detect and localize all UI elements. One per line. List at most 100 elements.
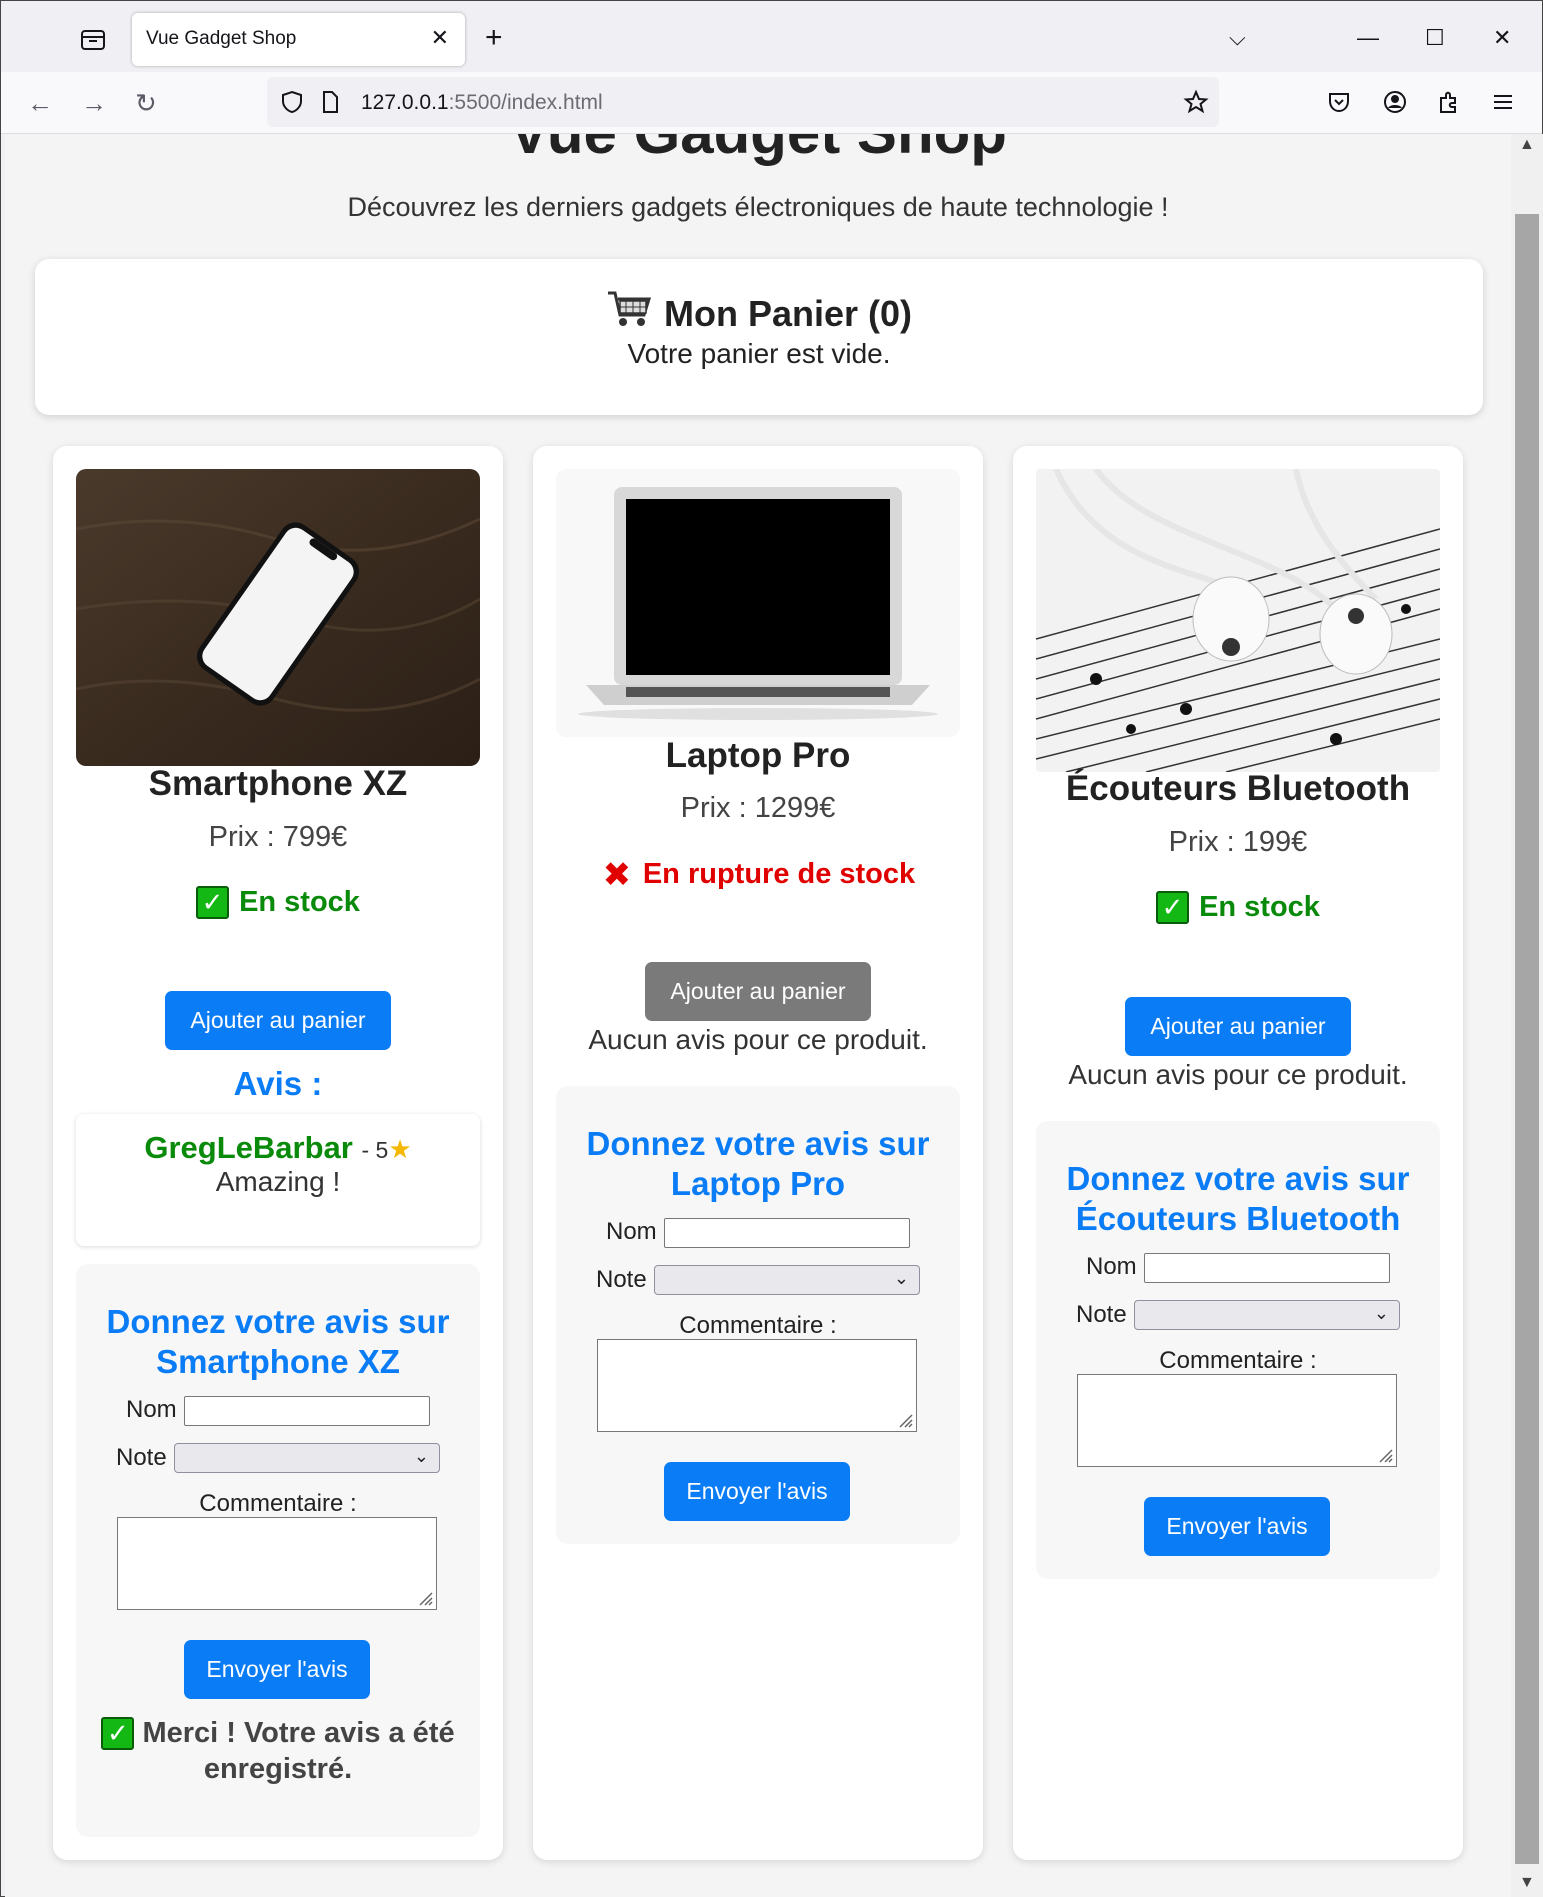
tab-active[interactable]: Vue Gadget Shop ✕ <box>132 13 465 66</box>
product-name: Laptop Pro <box>665 736 851 775</box>
page-title: Vue Gadget Shop <box>5 134 1511 167</box>
review-thanks-message: ✓ Merci ! Votre avis a été enregistré. <box>76 1715 480 1787</box>
product-price: Prix : 1299€ <box>680 792 836 824</box>
tab-title: Vue Gadget Shop <box>146 28 297 49</box>
cross-icon: ✖ <box>602 855 632 894</box>
close-window-icon[interactable]: ✕ <box>1493 23 1511 53</box>
minimize-icon[interactable]: — <box>1357 23 1379 53</box>
resize-grip-icon[interactable] <box>1374 1444 1394 1464</box>
review-text: Amazing ! <box>215 1166 341 1197</box>
check-icon: ✓ <box>101 1717 135 1750</box>
rating-select[interactable]: ⌄ <box>174 1443 440 1473</box>
product-image-earphones <box>1036 469 1440 772</box>
no-reviews-text: Aucun avis pour ce produit. <box>588 1024 928 1055</box>
name-input[interactable] <box>1144 1253 1390 1283</box>
close-tab-icon[interactable]: ✕ <box>431 27 449 49</box>
reload-icon[interactable]: ↻ <box>135 88 157 118</box>
name-label: Nom <box>126 1396 177 1423</box>
reviews-heading: Avis : <box>233 1065 323 1102</box>
resize-grip-icon[interactable] <box>414 1587 434 1607</box>
product-card-smartphone: Smartphone XZ Prix : 799€ ✓ En stock Ajo… <box>53 446 503 1860</box>
pocket-icon[interactable] <box>1325 88 1353 116</box>
chevron-down-icon: ⌄ <box>413 1446 429 1466</box>
product-image-smartphone <box>76 469 480 766</box>
rating-select[interactable]: ⌄ <box>1134 1300 1400 1330</box>
review-form: Donnez votre avis sur Écouteurs Bluetoot… <box>1036 1121 1440 1579</box>
product-image-laptop <box>556 469 960 737</box>
check-icon: ✓ <box>1156 891 1190 924</box>
name-input[interactable] <box>184 1396 430 1426</box>
submit-review-button[interactable]: Envoyer l'avis <box>1144 1497 1330 1556</box>
chevron-down-icon: ⌄ <box>893 1268 909 1288</box>
name-label: Nom <box>606 1218 657 1245</box>
shield-icon[interactable] <box>279 89 305 115</box>
tab-list-icon[interactable] <box>75 25 111 55</box>
add-to-cart-button[interactable]: Ajouter au panier <box>165 991 391 1050</box>
forward-icon[interactable]: → <box>81 88 107 118</box>
review-form-heading: Donnez votre avis sur Écouteurs Bluetoot… <box>1066 1160 1410 1237</box>
name-input[interactable] <box>664 1218 910 1248</box>
product-card-laptop: Laptop Pro Prix : 1299€ ✖ En rupture de … <box>533 446 983 1860</box>
stock-status: ✓ En stock <box>53 886 503 919</box>
stock-label: En stock <box>1199 891 1320 923</box>
product-price: Prix : 199€ <box>1168 826 1308 858</box>
page-icon <box>317 89 343 115</box>
review-header: GregLeBarbar - 5★ <box>76 1130 480 1166</box>
review-thanks-text: Merci ! Votre avis a été enregistré. <box>142 1717 455 1785</box>
maximize-icon[interactable]: ☐ <box>1425 23 1445 53</box>
url-bar[interactable]: 127.0.0.1:5500/index.html <box>267 77 1219 127</box>
account-icon[interactable] <box>1381 88 1409 116</box>
tab-bar: Vue Gadget Shop ✕ + ⌵ — ☐ ✕ <box>1 1 1542 72</box>
review-author: GregLeBarbar <box>144 1130 353 1165</box>
stock-label: En rupture de stock <box>642 858 916 890</box>
page-viewport: Vue Gadget Shop Découvrez les derniers g… <box>5 134 1511 1897</box>
url-path: :5500/index.html <box>448 91 603 114</box>
star-icon: ★ <box>388 1134 412 1164</box>
review-form-heading: Donnez votre avis sur Smartphone XZ <box>106 1303 450 1380</box>
cart-heading: Mon Panier (0) <box>35 289 1483 338</box>
comment-textarea[interactable] <box>597 1339 917 1432</box>
review-item: GregLeBarbar - 5★ Amazing ! <box>76 1114 480 1246</box>
product-name: Écouteurs Bluetooth <box>1065 769 1411 808</box>
scrollbar-thumb[interactable] <box>1515 214 1539 1864</box>
chevron-down-icon: ⌄ <box>1373 1303 1389 1323</box>
rating-label: Note <box>596 1266 647 1293</box>
product-price: Prix : 799€ <box>208 821 348 853</box>
url-text: 127.0.0.1:5500/index.html <box>361 91 603 115</box>
scroll-down-icon[interactable]: ▼ <box>1519 1874 1535 1892</box>
browser-window: Vue Gadget Shop ✕ + ⌵ — ☐ ✕ ← → ↻ 127.0.… <box>0 0 1543 1897</box>
navigation-bar: ← → ↻ 127.0.0.1:5500/index.html <box>1 72 1542 134</box>
no-reviews-text: Aucun avis pour ce produit. <box>1068 1059 1408 1090</box>
rating-select[interactable]: ⌄ <box>654 1265 920 1295</box>
resize-grip-icon[interactable] <box>894 1409 914 1429</box>
new-tab-icon[interactable]: + <box>485 23 503 53</box>
submit-review-button[interactable]: Envoyer l'avis <box>664 1462 850 1521</box>
submit-review-button[interactable]: Envoyer l'avis <box>184 1640 370 1699</box>
review-form: Donnez votre avis sur Laptop Pro Nom Not… <box>556 1086 960 1544</box>
extensions-icon[interactable] <box>1435 88 1463 116</box>
page-subtitle: Découvrez les derniers gadgets électroni… <box>347 192 1169 222</box>
review-form: Donnez votre avis sur Smartphone XZ Nom … <box>76 1264 480 1837</box>
add-to-cart-button[interactable]: Ajouter au panier <box>1125 997 1351 1056</box>
comment-textarea[interactable] <box>117 1517 437 1610</box>
cart-empty-message: Votre panier est vide. <box>627 338 891 369</box>
comment-label: Commentaire : <box>199 1490 357 1517</box>
bookmark-star-icon[interactable] <box>1183 89 1209 115</box>
url-host: 127.0.0.1 <box>361 91 449 114</box>
page-scrollbar[interactable]: ▲ ▼ <box>1511 134 1543 1897</box>
name-label: Nom <box>1086 1253 1137 1280</box>
rating-label: Note <box>116 1444 167 1471</box>
scroll-up-icon[interactable]: ▲ <box>1519 136 1535 154</box>
stock-status: ✓ En stock <box>1013 891 1463 924</box>
comment-textarea[interactable] <box>1077 1374 1397 1467</box>
check-icon: ✓ <box>196 886 230 919</box>
add-to-cart-button-disabled[interactable]: Ajouter au panier <box>645 962 871 1021</box>
chevron-down-icon[interactable]: ⌵ <box>1229 23 1246 53</box>
cart-title: Mon Panier (0) <box>663 292 913 334</box>
review-form-heading: Donnez votre avis sur Laptop Pro <box>586 1125 930 1202</box>
shopping-cart-icon <box>606 289 652 338</box>
back-icon[interactable]: ← <box>27 88 53 118</box>
menu-icon[interactable] <box>1489 88 1517 116</box>
cart-panel: Mon Panier (0) Votre panier est vide. <box>35 259 1483 415</box>
stock-status: ✖ En rupture de stock <box>533 855 983 894</box>
